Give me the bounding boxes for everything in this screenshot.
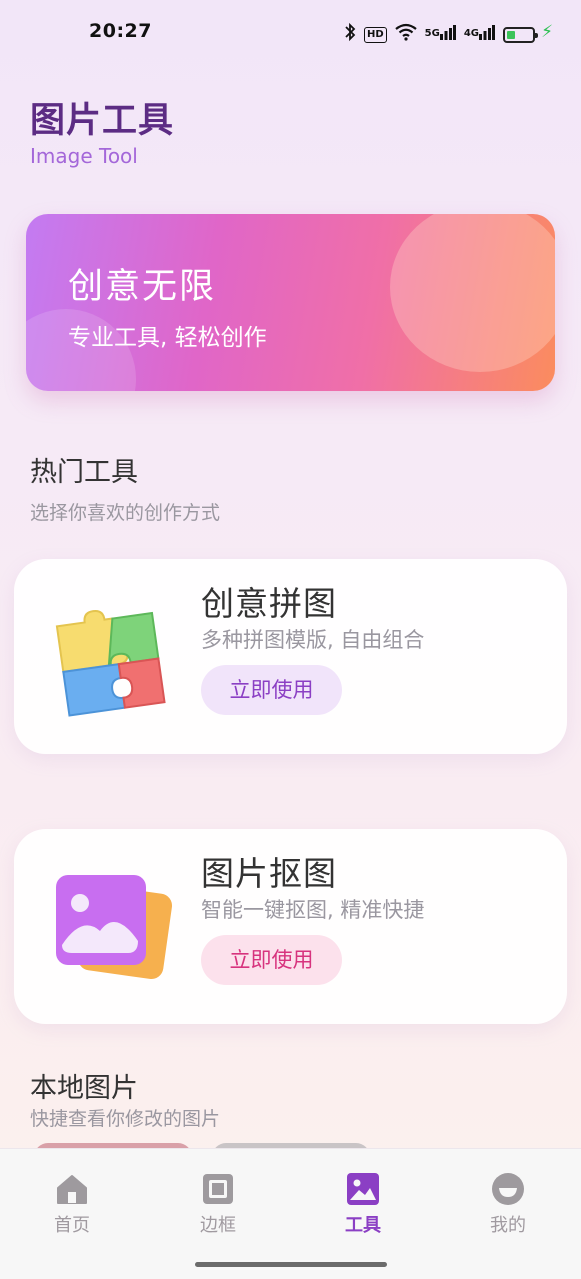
- hd-icon: HD: [363, 27, 387, 43]
- status-icons: HD 5G 4G: [344, 22, 538, 48]
- tool-card-cutout[interactable]: 图片抠图 智能一键抠图, 精准快捷 立即使用: [14, 829, 567, 1024]
- status-time: 20:27: [89, 20, 152, 42]
- image-cutout-icon: [42, 869, 182, 989]
- nav-item-tools[interactable]: 工具: [323, 1171, 403, 1237]
- home-indicator[interactable]: [195, 1262, 387, 1267]
- bottom-nav: 首页 边框 工具 我的: [0, 1148, 581, 1279]
- page-title: 图片工具: [30, 101, 175, 141]
- puzzle-icon: [42, 599, 182, 719]
- charging-icon: ⚡: [541, 22, 553, 42]
- banner-title: 创意无限: [68, 267, 217, 307]
- banner-decoration-circle: [390, 214, 555, 372]
- battery-icon: [503, 27, 538, 43]
- 5g-label: 5G: [424, 28, 440, 39]
- hot-tools-title: 热门工具: [30, 457, 138, 488]
- nav-label: 工具: [345, 1215, 381, 1236]
- promo-banner[interactable]: 创意无限 专业工具, 轻松创作: [26, 214, 555, 391]
- banner-subtitle: 专业工具, 轻松创作: [68, 325, 267, 351]
- tool-card-puzzle[interactable]: 创意拼图 多种拼图模版, 自由组合 立即使用: [14, 559, 567, 754]
- hot-tools-subtitle: 选择你喜欢的创作方式: [30, 502, 221, 524]
- home-icon: [57, 1175, 87, 1204]
- nav-item-frame[interactable]: 边框: [178, 1171, 258, 1237]
- local-images-title: 本地图片: [30, 1073, 138, 1104]
- battery-level: [507, 31, 515, 39]
- local-images-subtitle: 快捷查看你修改的图片: [30, 1108, 221, 1130]
- 5g-signal-icon: 5G: [425, 24, 456, 46]
- tool-card-title: 创意拼图: [201, 584, 337, 623]
- page-subtitle: Image Tool: [30, 144, 138, 168]
- tool-card-description: 多种拼图模版, 自由组合: [201, 628, 425, 652]
- nav-item-home[interactable]: 首页: [32, 1171, 112, 1237]
- 4g-label: 4G: [463, 28, 479, 39]
- profile-icon: [492, 1173, 524, 1205]
- tool-card-description: 智能一键抠图, 精准快捷: [201, 898, 425, 922]
- frame-icon: [203, 1174, 233, 1204]
- image-tool-icon: [347, 1173, 379, 1205]
- nav-label: 我的: [490, 1215, 526, 1236]
- tool-card-title: 图片抠图: [201, 854, 337, 893]
- status-bar: 20:27 HD 5G 4G ⚡: [0, 0, 581, 64]
- 4g-signal-icon: 4G: [464, 24, 495, 46]
- nav-label: 边框: [200, 1215, 236, 1236]
- use-now-button[interactable]: 立即使用: [201, 935, 342, 985]
- nav-label: 首页: [54, 1215, 90, 1236]
- bluetooth-icon: [344, 22, 356, 48]
- wifi-icon: [394, 23, 417, 47]
- use-now-button[interactable]: 立即使用: [201, 665, 342, 715]
- nav-item-profile[interactable]: 我的: [468, 1171, 548, 1237]
